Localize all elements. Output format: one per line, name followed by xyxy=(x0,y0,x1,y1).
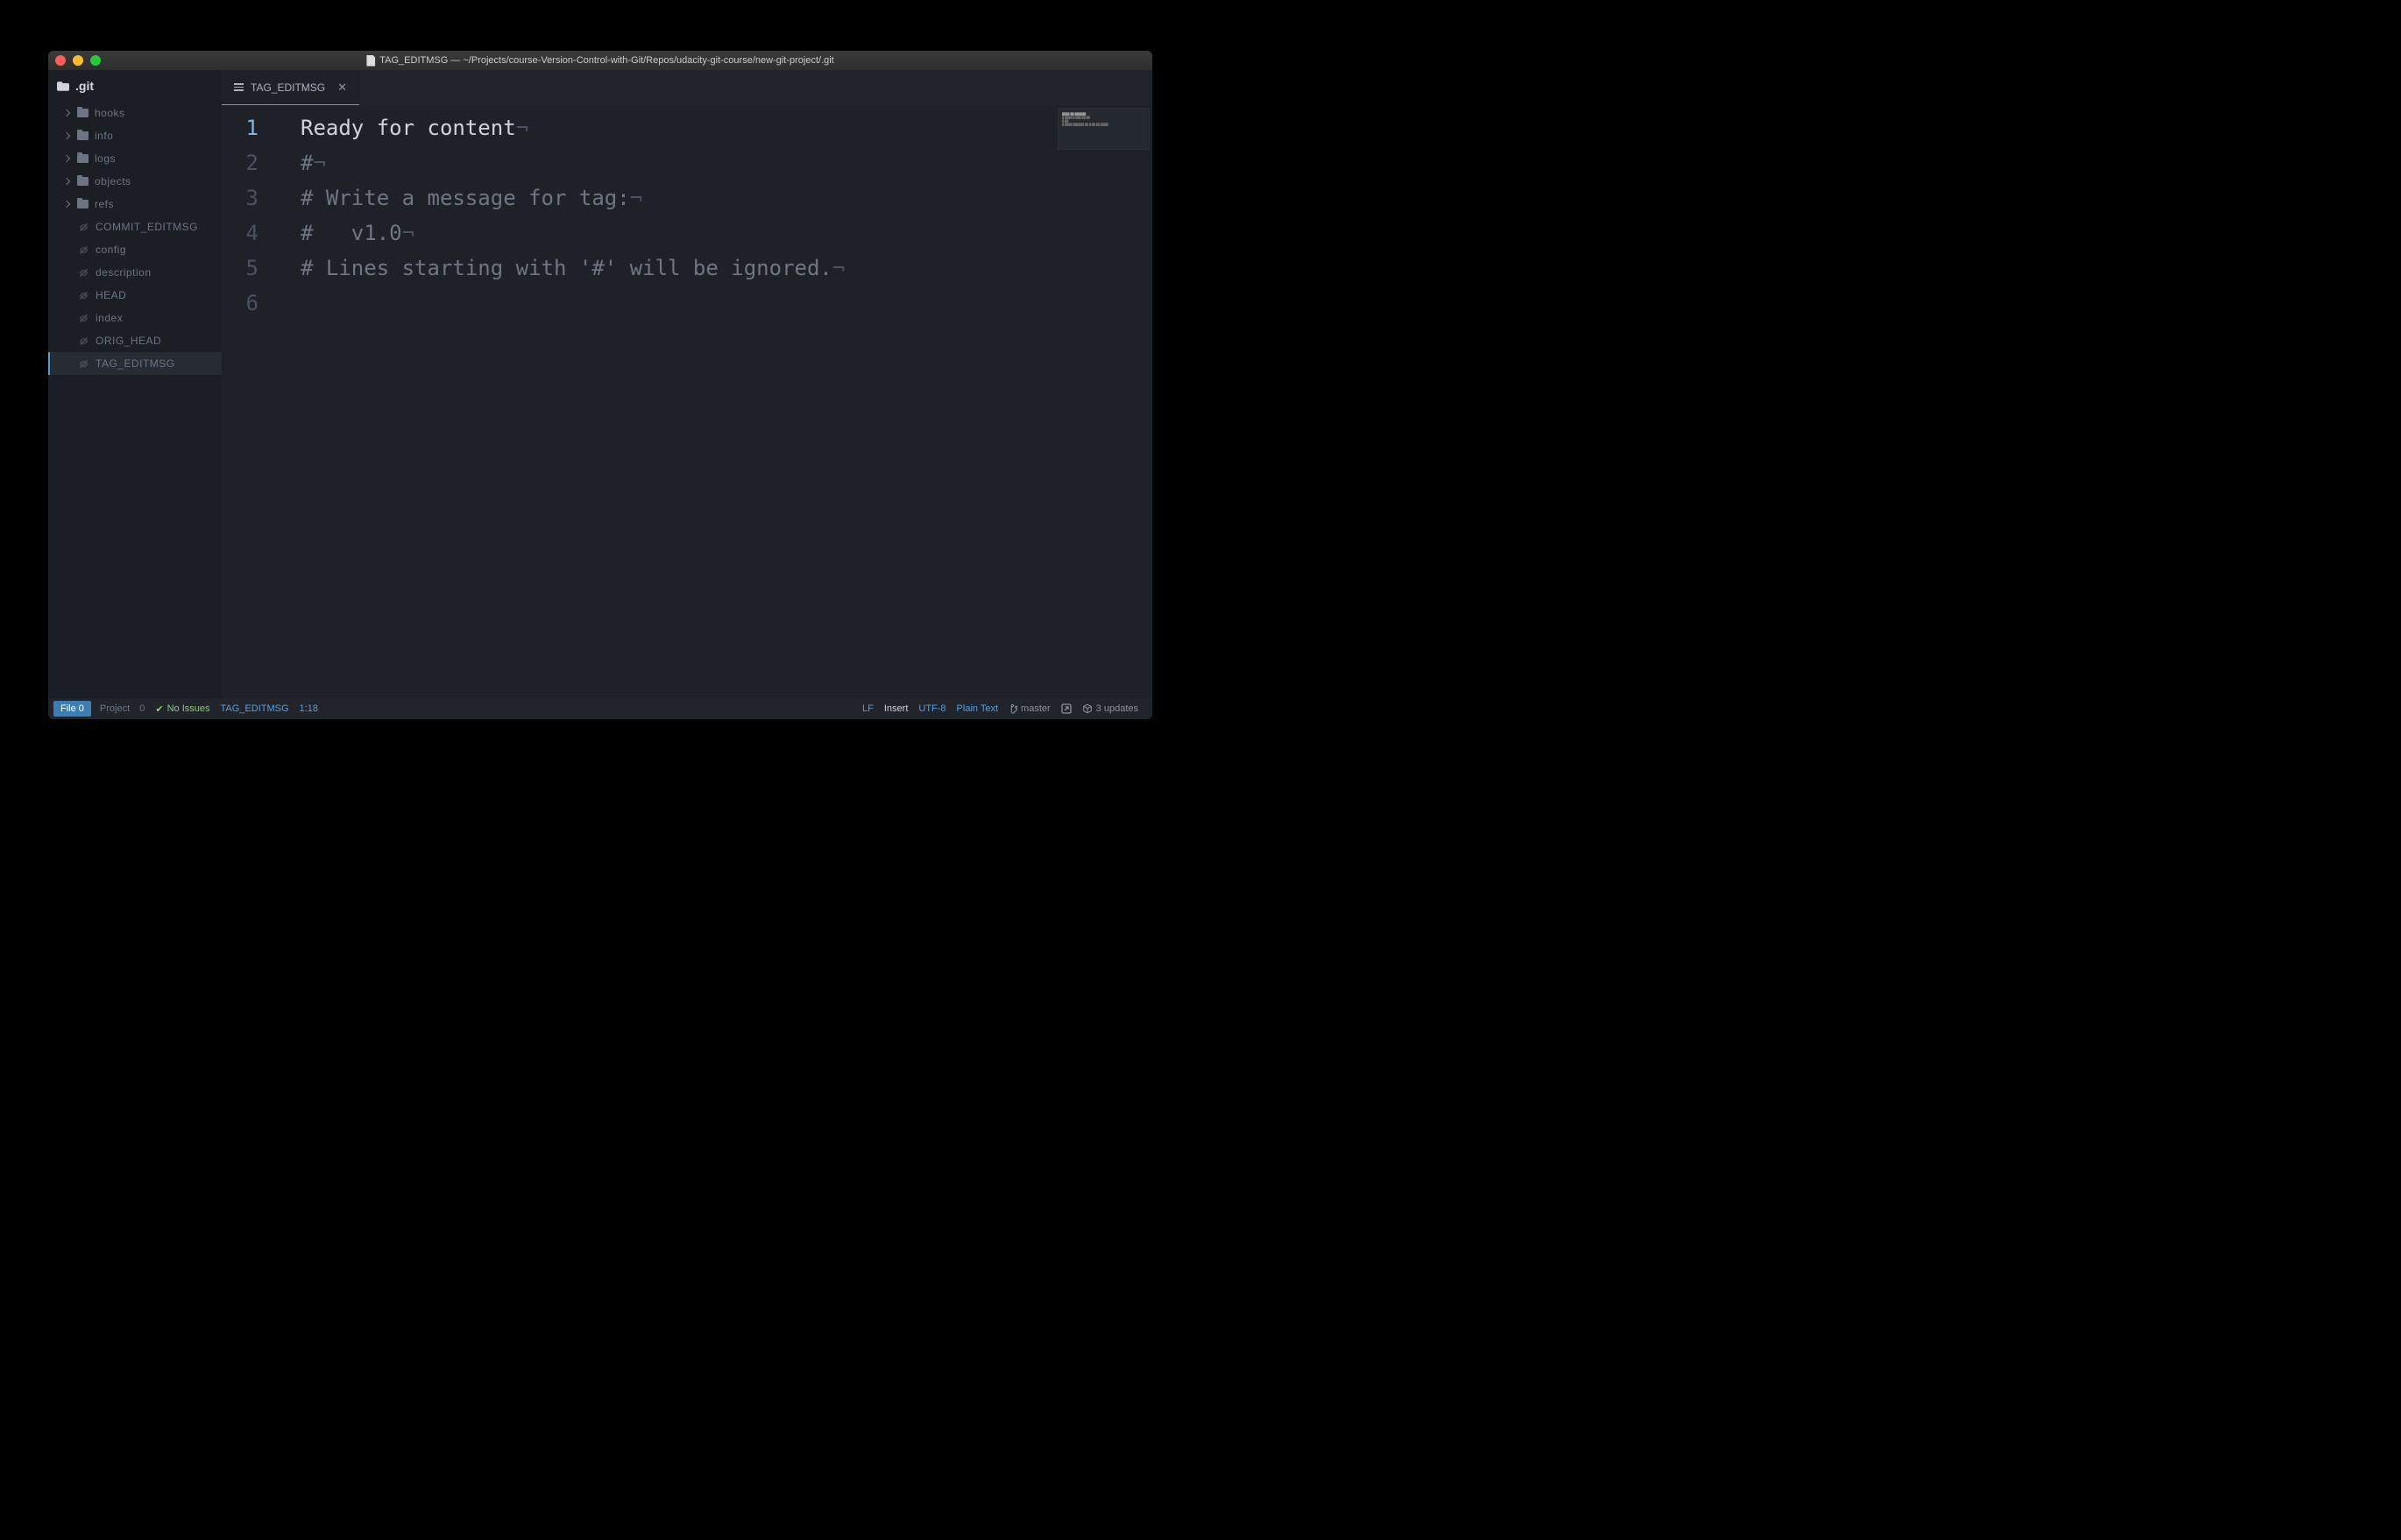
tree-item-label: ORIG_HEAD xyxy=(96,335,161,347)
tree-item-label: description xyxy=(96,266,152,279)
open-external-button[interactable] xyxy=(1056,703,1077,714)
tree-file-head[interactable]: HEAD xyxy=(48,284,222,307)
code-line[interactable]: # v1.0¬ xyxy=(301,215,1152,251)
tree-item-label: info xyxy=(95,130,113,142)
tree-folder-refs[interactable]: refs xyxy=(48,193,222,215)
close-window-button[interactable] xyxy=(55,55,66,66)
hidden-file-icon xyxy=(78,336,89,347)
folder-icon xyxy=(77,154,89,163)
folder-icon xyxy=(77,109,89,117)
folder-icon xyxy=(57,81,69,91)
project-diagnostics-button[interactable]: Project 0 xyxy=(95,703,150,714)
tab-bar: TAG_EDITMSG ✕ xyxy=(222,70,1152,105)
project-name: .git xyxy=(75,79,94,93)
code-line[interactable]: # Write a message for tag:¬ xyxy=(301,180,1152,215)
code-line[interactable]: # Lines starting with '#' will be ignore… xyxy=(301,251,1152,286)
zoom-window-button[interactable] xyxy=(90,55,101,66)
editor-area: TAG_EDITMSG ✕ 123456 Ready for content¬#… xyxy=(222,70,1152,698)
tree-file-commit_editmsg[interactable]: COMMIT_EDITMSG xyxy=(48,215,222,238)
chevron-right-icon xyxy=(63,109,70,117)
tree-item-label: index xyxy=(96,312,123,324)
updates-button[interactable]: 3 updates xyxy=(1077,703,1144,714)
code-line[interactable]: Ready for content¬ xyxy=(301,110,1152,145)
line-gutter: 123456 xyxy=(222,105,301,698)
git-branch[interactable]: master xyxy=(1003,703,1056,714)
main-area: .git hooks info logs objects refs COMMIT_EDIT… xyxy=(48,70,1152,698)
line-number: 3 xyxy=(222,180,301,215)
editor-body[interactable]: 123456 Ready for content¬#¬# Write a mes… xyxy=(222,105,1152,698)
chevron-right-icon xyxy=(63,155,70,162)
project-header[interactable]: .git xyxy=(48,70,222,102)
line-number: 2 xyxy=(222,145,301,180)
tree-item-label: TAG_EDITMSG xyxy=(96,357,175,370)
hidden-file-icon xyxy=(78,267,89,279)
hidden-file-icon xyxy=(78,244,89,256)
check-icon: ✔ xyxy=(155,703,163,715)
encoding[interactable]: UTF-8 xyxy=(913,703,951,714)
folder-icon xyxy=(77,131,89,140)
folder-icon xyxy=(77,200,89,208)
tree-item-label: hooks xyxy=(95,107,125,119)
tree-item-label: logs xyxy=(95,152,116,165)
tree-folder-objects[interactable]: objects xyxy=(48,170,222,193)
package-icon xyxy=(1082,703,1093,714)
issues-status[interactable]: ✔ No Issues xyxy=(150,703,215,715)
hidden-file-icon xyxy=(78,290,89,301)
cursor-position[interactable]: 1:18 xyxy=(294,703,323,714)
tree-item-label: refs xyxy=(95,198,114,210)
chevron-right-icon xyxy=(63,132,70,139)
hidden-file-icon xyxy=(78,222,89,233)
tree-folder-hooks[interactable]: hooks xyxy=(48,102,222,124)
file-icon xyxy=(366,55,375,67)
minimap[interactable]: ████ ██ ██████ █ ████ █ ███ ██ ██ █ ██ █… xyxy=(1058,108,1150,150)
line-number: 6 xyxy=(222,286,301,321)
tree-file-orig_head[interactable]: ORIG_HEAD xyxy=(48,329,222,352)
external-link-icon xyxy=(1061,703,1072,714)
tree-file-index[interactable]: index xyxy=(48,307,222,329)
branch-icon xyxy=(1009,703,1017,714)
status-bar: File 0 Project 0 ✔ No Issues TAG_EDITMSG… xyxy=(48,698,1152,719)
close-tab-button[interactable]: ✕ xyxy=(337,81,347,95)
sidebar: .git hooks info logs objects refs COMMIT_EDIT… xyxy=(48,70,222,698)
code-line[interactable]: #¬ xyxy=(301,145,1152,180)
chevron-right-icon xyxy=(63,201,70,208)
tab-label: TAG_EDITMSG xyxy=(251,81,325,94)
tab-tag-editmsg[interactable]: TAG_EDITMSG ✕ xyxy=(222,70,359,105)
tree-item-label: COMMIT_EDITMSG xyxy=(96,221,198,233)
tree-item-label: HEAD xyxy=(96,289,126,301)
folder-icon xyxy=(77,177,89,186)
code-content[interactable]: Ready for content¬#¬# Write a message fo… xyxy=(301,105,1152,698)
tree-item-label: config xyxy=(96,244,126,256)
insert-mode[interactable]: Insert xyxy=(879,703,914,714)
line-ending[interactable]: LF xyxy=(857,703,879,714)
tree-file-tag_editmsg[interactable]: TAG_EDITMSG xyxy=(48,352,222,375)
tree-file-config[interactable]: config xyxy=(48,238,222,261)
tree-item-label: objects xyxy=(95,175,131,187)
line-number: 5 xyxy=(222,251,301,286)
tree-folder-logs[interactable]: logs xyxy=(48,147,222,170)
window-controls xyxy=(55,55,101,66)
line-number: 1 xyxy=(222,110,301,145)
chevron-right-icon xyxy=(63,178,70,185)
grammar[interactable]: Plain Text xyxy=(952,703,1004,714)
line-number: 4 xyxy=(222,215,301,251)
file-tree: hooks info logs objects refs COMMIT_EDITMSGco… xyxy=(48,102,222,375)
minimize-window-button[interactable] xyxy=(73,55,83,66)
hidden-file-icon xyxy=(78,358,89,370)
window-title-text: TAG_EDITMSG — ~/Projects/course-Version-… xyxy=(379,55,834,66)
tree-file-description[interactable]: description xyxy=(48,261,222,284)
app-window: TAG_EDITMSG — ~/Projects/course-Version-… xyxy=(48,51,1152,719)
file-lines-icon xyxy=(234,83,244,91)
tree-folder-info[interactable]: info xyxy=(48,124,222,147)
file-diagnostics-button[interactable]: File 0 xyxy=(53,701,91,717)
hidden-file-icon xyxy=(78,313,89,324)
window-title: TAG_EDITMSG — ~/Projects/course-Version-… xyxy=(366,55,834,67)
status-filename[interactable]: TAG_EDITMSG xyxy=(216,703,294,714)
titlebar: TAG_EDITMSG — ~/Projects/course-Version-… xyxy=(48,51,1152,70)
